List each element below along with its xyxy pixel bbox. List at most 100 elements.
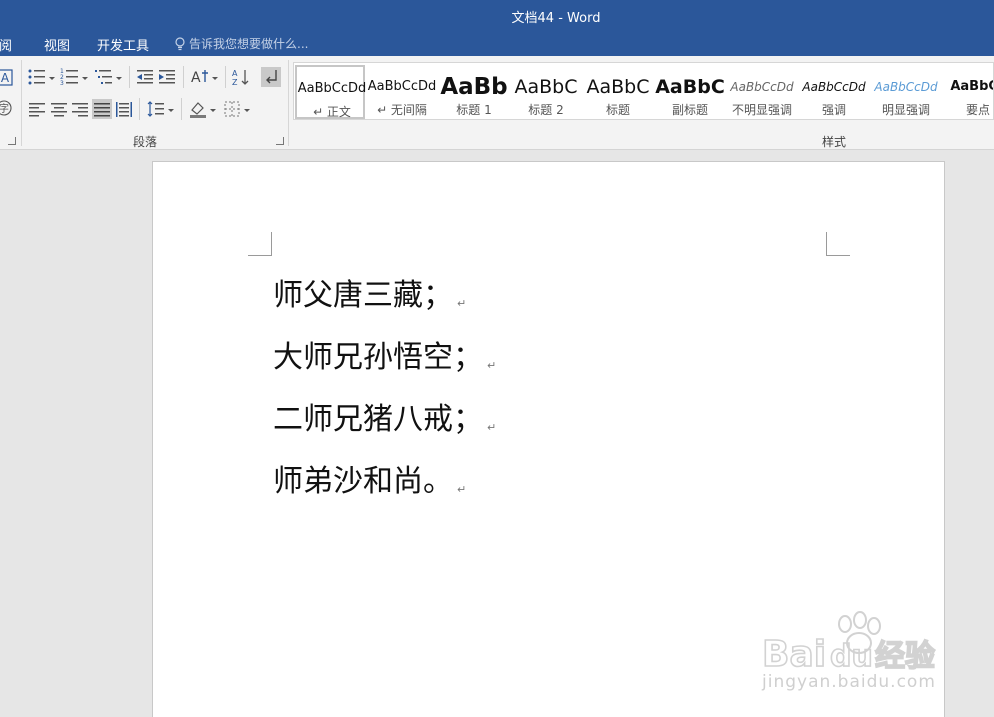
paragraph-line[interactable]: 师父唐三藏； ↵ bbox=[273, 270, 466, 314]
style-preview: AaBbCcDd bbox=[730, 80, 794, 94]
style-heading-2[interactable]: AaBbC 标题 2 bbox=[511, 65, 581, 119]
shading-dropdown-icon[interactable] bbox=[210, 109, 216, 112]
paragraph-line[interactable]: 大师兄孙悟空； ↵ bbox=[273, 332, 496, 376]
bullets-dropdown-icon[interactable] bbox=[49, 77, 55, 80]
style-emphasis[interactable]: AaBbCcDd 强调 bbox=[799, 65, 869, 119]
style-preview: AaBbCcDd bbox=[874, 80, 938, 94]
tab-developer[interactable]: 开发工具 bbox=[97, 35, 149, 54]
separator bbox=[139, 98, 140, 120]
paragraph-mark-icon: ↵ bbox=[457, 483, 467, 496]
sort-icon[interactable]: A Z bbox=[231, 67, 251, 87]
style-heading-1[interactable]: AaBb 标题 1 bbox=[439, 65, 509, 119]
style-preview: AaBbCcDd bbox=[367, 79, 437, 94]
style-label: 副标题 bbox=[671, 103, 708, 117]
style-label: 标题 bbox=[605, 103, 630, 117]
styles-gallery: AaBbCcDd ↵ 正文 AaBbCcDd ↵ 无间隔 AaBb 标题 1 A… bbox=[293, 62, 994, 120]
paragraph-mark-icon: ↵ bbox=[457, 297, 467, 310]
style-label: ↵ 无间隔 bbox=[377, 103, 427, 117]
svg-text:3: 3 bbox=[60, 80, 64, 87]
svg-text:A: A bbox=[1, 71, 10, 85]
font-dialog-launcher[interactable] bbox=[8, 137, 16, 145]
paragraph-text: 大师兄孙悟空； bbox=[273, 340, 483, 375]
separator bbox=[183, 66, 184, 88]
line-spacing-icon[interactable] bbox=[146, 99, 166, 119]
paragraph-line[interactable]: 二师兄猪八戒； ↵ bbox=[273, 394, 496, 438]
chinese-layout-icon[interactable]: A bbox=[190, 67, 210, 87]
group-separator bbox=[288, 60, 289, 146]
style-title[interactable]: AaBbC 标题 bbox=[583, 65, 653, 119]
tab-review[interactable]: 阅 bbox=[0, 35, 12, 54]
paragraph-line[interactable]: 师弟沙和尚。 ↵ bbox=[273, 456, 466, 500]
style-subtle-emphasis[interactable]: AaBbCcDd 不明显强调 bbox=[727, 65, 797, 119]
style-no-spacing[interactable]: AaBbCcDd ↵ 无间隔 bbox=[367, 65, 437, 119]
align-right-icon[interactable] bbox=[70, 99, 90, 119]
title-bar: 文档44 - Word 阅 视图 开发工具 告诉我您想要做什么... bbox=[0, 0, 994, 56]
separator bbox=[225, 66, 226, 88]
tell-me-placeholder: 告诉我您想要做什么... bbox=[189, 37, 309, 51]
paragraph-group-label: 段落 bbox=[133, 135, 158, 149]
chinese-layout-dropdown-icon[interactable] bbox=[212, 77, 218, 80]
style-normal[interactable]: AaBbCcDd ↵ 正文 bbox=[295, 65, 367, 119]
decrease-indent-icon[interactable] bbox=[135, 67, 155, 87]
style-preview: AaBbCcDd bbox=[297, 81, 367, 96]
svg-text:字: 字 bbox=[0, 102, 9, 115]
paragraph-text: 二师兄猪八戒； bbox=[273, 402, 483, 437]
align-center-icon[interactable] bbox=[49, 99, 69, 119]
multilevel-list-icon[interactable] bbox=[94, 67, 114, 87]
style-label: 强调 bbox=[821, 103, 846, 117]
align-left-icon[interactable] bbox=[27, 99, 47, 119]
style-preview: AaBbC bbox=[586, 76, 650, 98]
svg-text:Bai: Bai bbox=[762, 634, 826, 675]
justify-icon[interactable] bbox=[92, 99, 112, 119]
borders-dropdown-icon[interactable] bbox=[244, 109, 250, 112]
multilevel-dropdown-icon[interactable] bbox=[116, 77, 122, 80]
style-strong[interactable]: AaBbCc 要点 bbox=[943, 65, 993, 119]
watermark-url: jingyan.baidu.com bbox=[762, 672, 936, 692]
svg-text:du: du bbox=[830, 639, 873, 674]
style-label: 明显强调 bbox=[881, 103, 930, 117]
shading-icon[interactable] bbox=[188, 99, 208, 119]
style-preview: AaBb bbox=[440, 75, 508, 99]
styles-group-label: 样式 bbox=[822, 135, 847, 149]
group-separator bbox=[21, 60, 22, 146]
style-label: 标题 1 bbox=[456, 103, 492, 117]
svg-text:Z: Z bbox=[232, 78, 238, 87]
ribbon: A 字 1 2 3 A A Z 段落 AaBbCcDd ↵ 正文 AaBbCcD… bbox=[0, 56, 994, 150]
style-subtitle[interactable]: AaBbC 副标题 bbox=[655, 65, 725, 119]
style-preview: AaBbC bbox=[655, 76, 725, 98]
margin-corner-top-right bbox=[826, 232, 850, 256]
separator bbox=[181, 98, 182, 120]
numbering-dropdown-icon[interactable] bbox=[82, 77, 88, 80]
borders-icon[interactable] bbox=[222, 99, 242, 119]
distributed-icon[interactable] bbox=[114, 99, 134, 119]
style-label: 不明显强调 bbox=[731, 103, 792, 117]
style-intense-emphasis[interactable]: AaBbCcDd 明显强调 bbox=[871, 65, 941, 119]
bullets-icon[interactable] bbox=[27, 67, 47, 87]
paragraph-mark-icon: ↵ bbox=[487, 359, 497, 372]
show-paragraph-marks-icon[interactable] bbox=[261, 67, 281, 87]
paragraph-dialog-launcher[interactable] bbox=[276, 137, 284, 145]
line-spacing-dropdown-icon[interactable] bbox=[168, 109, 174, 112]
style-preview: AaBbC bbox=[514, 76, 578, 98]
svg-text:A: A bbox=[232, 69, 238, 78]
tab-view[interactable]: 视图 bbox=[44, 35, 70, 54]
paragraph-mark-icon: ↵ bbox=[487, 421, 497, 434]
paragraph-text: 师弟沙和尚。 bbox=[273, 464, 453, 499]
style-label: 标题 2 bbox=[528, 103, 564, 117]
enclose-character-icon[interactable]: 字 bbox=[0, 98, 14, 118]
style-preview: AaBbCcDd bbox=[802, 80, 866, 94]
margin-corner-top-left bbox=[248, 232, 272, 256]
numbering-icon[interactable]: 1 2 3 bbox=[60, 67, 80, 87]
tell-me-box[interactable]: 告诉我您想要做什么... bbox=[174, 35, 308, 52]
separator bbox=[129, 66, 130, 88]
window-title: 文档44 - Word bbox=[511, 11, 601, 26]
svg-text:A: A bbox=[191, 70, 201, 86]
style-label: 要点 bbox=[965, 103, 990, 117]
increase-indent-icon[interactable] bbox=[157, 67, 177, 87]
style-preview: AaBbCc bbox=[950, 79, 993, 94]
text-effect-icon[interactable]: A bbox=[0, 68, 14, 88]
lightbulb-icon bbox=[175, 37, 185, 51]
svg-text:经验: 经验 bbox=[875, 639, 935, 674]
paragraph-text: 师父唐三藏； bbox=[273, 278, 453, 313]
style-label: ↵ 正文 bbox=[313, 105, 351, 119]
